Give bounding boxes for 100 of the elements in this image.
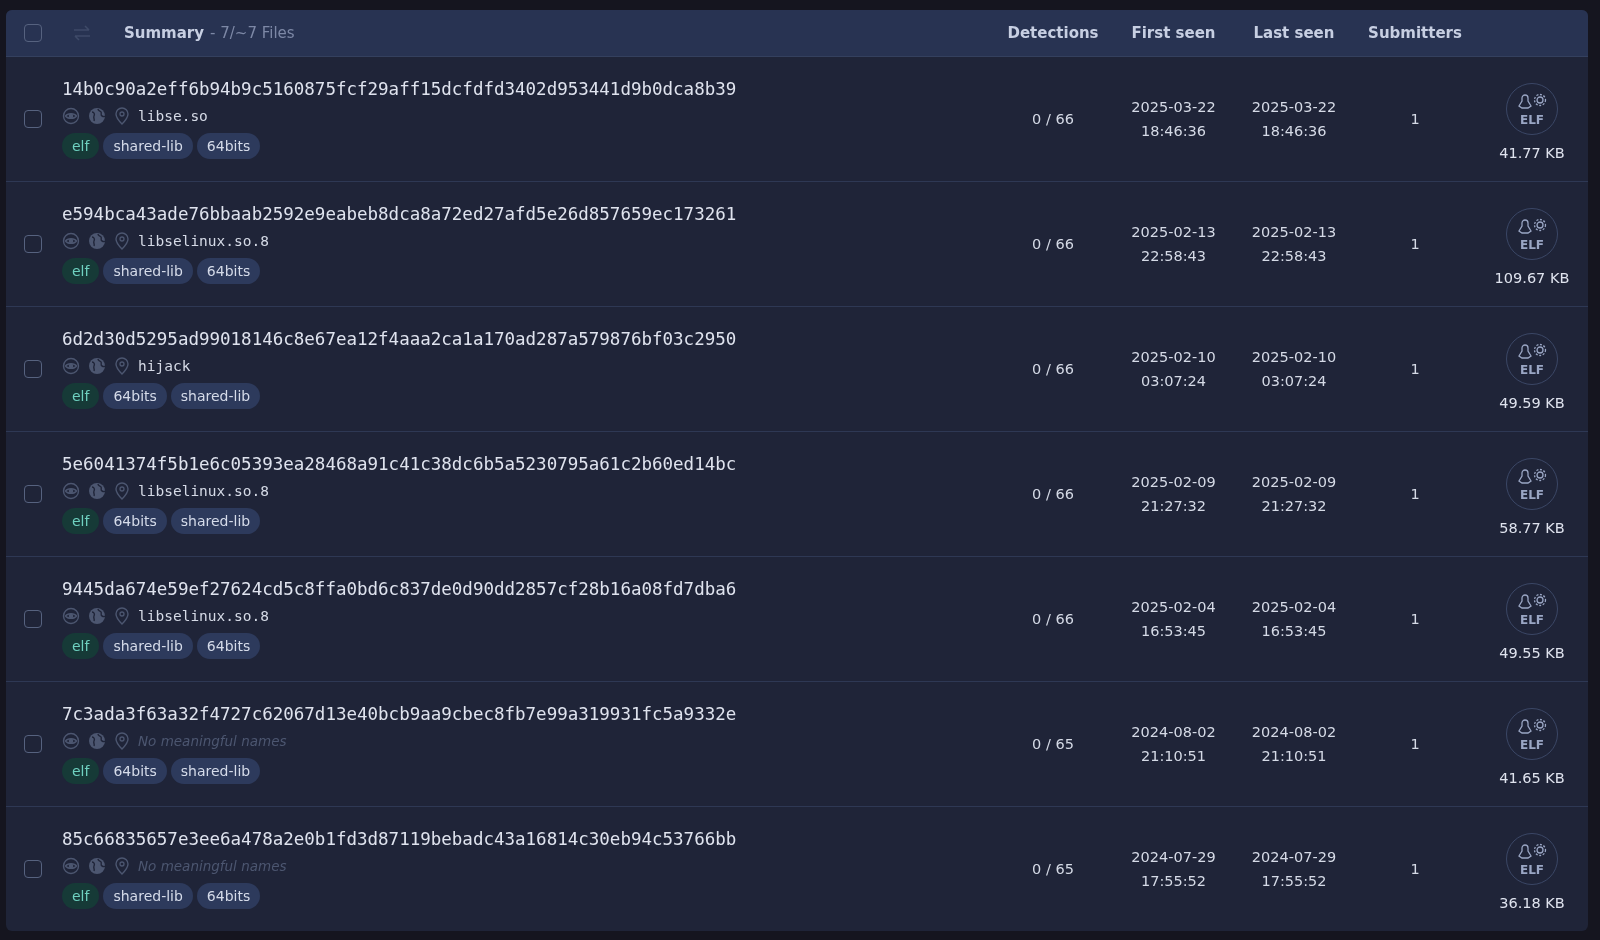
file-name: libselinux.so.8 bbox=[138, 233, 269, 249]
detections-count: 0 / 66 bbox=[1031, 236, 1075, 252]
first-seen-time: 18:46:36 bbox=[1140, 123, 1207, 139]
last-seen-time: 21:27:32 bbox=[1261, 498, 1327, 514]
row-checkbox[interactable] bbox=[24, 735, 42, 753]
submitters-count: 1 bbox=[1409, 861, 1421, 877]
globe-icon bbox=[88, 357, 106, 375]
tag[interactable]: 64bits bbox=[103, 508, 167, 534]
submitters-count: 1 bbox=[1409, 736, 1421, 752]
file-size: 41.65 KB bbox=[1499, 770, 1565, 786]
file-hash[interactable]: 14b0c90a2eff6b94b9c5160875fcf29aff15dcfdfd3402d953441d9b0dca8b39 bbox=[62, 79, 737, 99]
tag[interactable]: shared-lib bbox=[103, 633, 193, 659]
detections-count: 0 / 65 bbox=[1031, 861, 1075, 877]
file-size: 109.67 KB bbox=[1494, 270, 1570, 286]
first-seen-date: 2024-08-02 bbox=[1131, 724, 1216, 740]
file-hash[interactable]: e594bca43ade76bbaab2592e9eabeb8dca8a72ed27afd5e26d857659ec173261 bbox=[62, 204, 737, 224]
last-seen-date: 2025-03-22 bbox=[1251, 99, 1337, 115]
globe-icon bbox=[88, 607, 106, 625]
detections-count: 0 / 66 bbox=[1031, 361, 1075, 377]
last-seen-date: 2025-02-09 bbox=[1251, 474, 1337, 490]
location-pin-icon bbox=[114, 732, 130, 750]
row-checkbox[interactable] bbox=[24, 235, 42, 253]
file-hash[interactable]: 5e6041374f5b1e6c05393ea28468a91c41c38dc6b5a5230795a61c2b60ed14bc bbox=[62, 454, 737, 474]
last-seen-date: 2025-02-13 bbox=[1251, 224, 1337, 240]
last-seen-date: 2025-02-10 bbox=[1251, 349, 1337, 365]
globe-icon bbox=[88, 107, 106, 125]
eye-target-icon bbox=[62, 107, 80, 125]
file-count: - 7/~7 Files bbox=[210, 24, 295, 42]
file-name: libse.so bbox=[138, 108, 208, 124]
file-hash[interactable]: 6d2d30d5295ad99018146c8e67ea12f4aaa2ca1a170ad287a579876bf03c2950 bbox=[62, 329, 737, 349]
file-size: 49.55 KB bbox=[1499, 645, 1565, 661]
tag[interactable]: 64bits bbox=[196, 258, 261, 284]
tag[interactable]: shared-lib bbox=[103, 133, 193, 159]
file-size: 41.77 KB bbox=[1499, 145, 1565, 161]
file-hash[interactable]: 9445da674e59ef27624cd5c8ffa0bd6c837de0d90dd2857cf28b16a08fd7dba6 bbox=[62, 579, 737, 599]
first-seen-date: 2025-02-13 bbox=[1131, 224, 1216, 240]
tag[interactable]: shared-lib bbox=[103, 883, 193, 909]
tag[interactable]: elf bbox=[62, 633, 100, 659]
missing-names-note: No meaningful names bbox=[138, 733, 287, 749]
file-name: libselinux.so.8 bbox=[138, 483, 269, 499]
tag[interactable]: shared-lib bbox=[103, 258, 193, 284]
location-pin-icon bbox=[114, 607, 130, 625]
select-all-checkbox[interactable] bbox=[24, 24, 42, 42]
tag[interactable]: shared-lib bbox=[170, 508, 261, 534]
tag[interactable]: elf bbox=[62, 758, 100, 784]
file-hash[interactable]: 85c66835657e3ee6a478a2e0b1fd3d87119bebadc43a16814c30eb94c53766bb bbox=[62, 829, 737, 849]
last-seen-time: 16:53:45 bbox=[1261, 623, 1327, 639]
submitters-count: 1 bbox=[1409, 111, 1421, 127]
eye-target-icon bbox=[62, 857, 80, 875]
tag[interactable]: 64bits bbox=[103, 383, 167, 409]
first-seen-date: 2025-02-10 bbox=[1131, 349, 1216, 365]
first-seen-time: 22:58:43 bbox=[1140, 248, 1207, 264]
tag[interactable]: 64bits bbox=[196, 883, 261, 909]
tag[interactable]: 64bits bbox=[103, 758, 167, 784]
first-seen-time: 21:10:51 bbox=[1140, 748, 1207, 764]
globe-icon bbox=[88, 732, 106, 750]
last-seen-time: 21:10:51 bbox=[1261, 748, 1327, 764]
row-checkbox[interactable] bbox=[24, 610, 42, 628]
tag[interactable]: elf bbox=[62, 508, 100, 534]
first-seen-time: 21:27:32 bbox=[1140, 498, 1207, 514]
first-seen-date: 2025-02-04 bbox=[1131, 599, 1216, 615]
detections-count: 0 / 66 bbox=[1031, 111, 1075, 127]
eye-target-icon bbox=[62, 607, 80, 625]
submitters-count: 1 bbox=[1409, 361, 1421, 377]
column-header[interactable]: Submitters bbox=[1354, 24, 1476, 42]
tag[interactable]: elf bbox=[62, 883, 100, 909]
file-hash[interactable]: 7c3ada3f63a32f4727c62067d13e40bcb9aa9cbec8fb7e99a319931fc5a9332e bbox=[62, 704, 737, 724]
eye-target-icon bbox=[62, 732, 80, 750]
row-checkbox[interactable] bbox=[24, 485, 42, 503]
submitters-count: 1 bbox=[1409, 236, 1421, 252]
file-size: 49.59 KB bbox=[1499, 395, 1565, 411]
detections-count: 0 / 66 bbox=[1031, 486, 1075, 502]
tag[interactable]: shared-lib bbox=[170, 758, 261, 784]
row-checkbox[interactable] bbox=[24, 110, 42, 128]
first-seen-time: 16:53:45 bbox=[1140, 623, 1207, 639]
last-seen-date: 2024-07-29 bbox=[1251, 849, 1337, 865]
submitters-count: 1 bbox=[1409, 611, 1421, 627]
file-name: hijack bbox=[138, 358, 191, 374]
row-checkbox[interactable] bbox=[24, 360, 42, 378]
tag[interactable]: elf bbox=[62, 383, 100, 409]
globe-icon bbox=[88, 482, 106, 500]
last-seen-time: 17:55:52 bbox=[1261, 873, 1327, 889]
globe-icon bbox=[88, 857, 106, 875]
tag[interactable]: shared-lib bbox=[170, 383, 261, 409]
last-seen-time: 03:07:24 bbox=[1261, 373, 1327, 389]
missing-names-note: No meaningful names bbox=[138, 858, 287, 874]
column-header[interactable]: Last seen bbox=[1234, 24, 1354, 42]
last-seen-time: 18:46:36 bbox=[1261, 123, 1327, 139]
detections-count: 0 / 65 bbox=[1031, 736, 1075, 752]
tag[interactable]: elf bbox=[62, 258, 100, 284]
column-header[interactable]: Detections bbox=[993, 24, 1113, 42]
row-checkbox[interactable] bbox=[24, 860, 42, 878]
last-seen-date: 2024-08-02 bbox=[1251, 724, 1337, 740]
eye-target-icon bbox=[62, 232, 80, 250]
summary-title: Summary bbox=[124, 24, 205, 42]
tag[interactable]: elf bbox=[62, 133, 100, 159]
location-pin-icon bbox=[114, 857, 130, 875]
tag[interactable]: 64bits bbox=[196, 133, 261, 159]
column-header[interactable]: First seen bbox=[1113, 24, 1234, 42]
tag[interactable]: 64bits bbox=[196, 633, 261, 659]
